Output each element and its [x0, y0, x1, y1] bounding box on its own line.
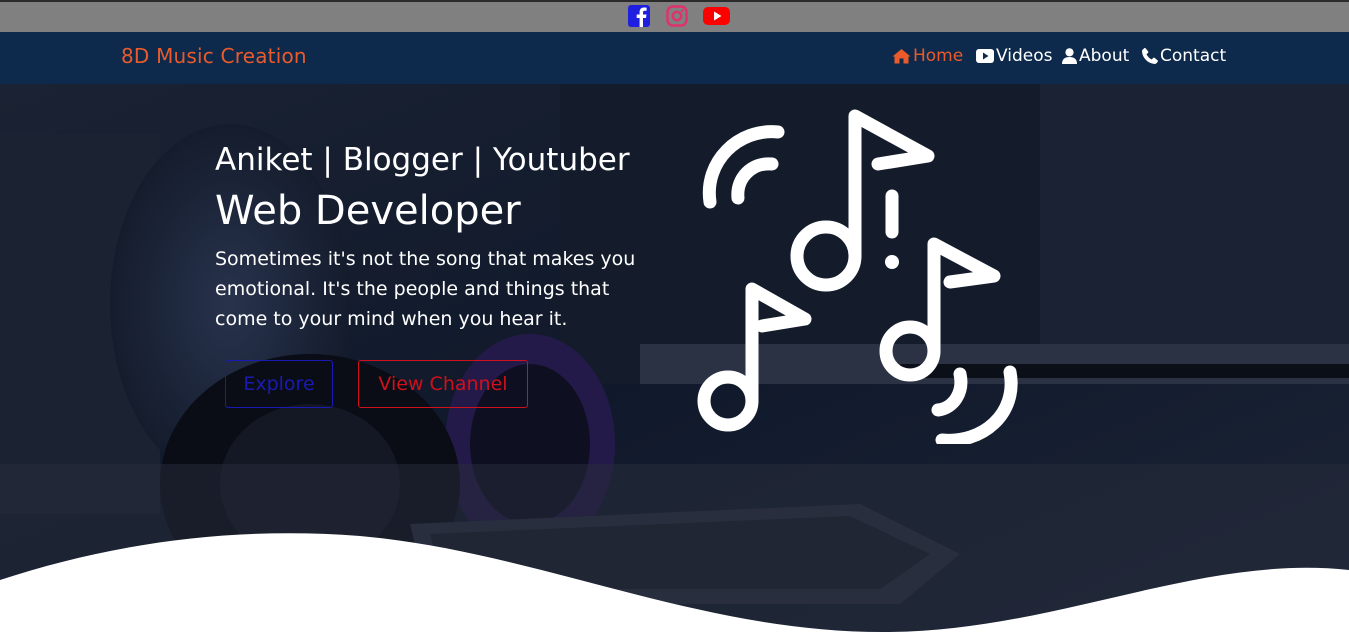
phone-icon: [1142, 48, 1158, 64]
nav-about-label: About: [1079, 46, 1130, 66]
music-notes-icon: [697, 109, 1018, 444]
nav-home-label: Home: [913, 46, 964, 66]
hero-subtitle: Aniket | Blogger | Youtuber: [215, 142, 630, 178]
nav-contact-label: Contact: [1160, 46, 1227, 66]
nav-about[interactable]: About: [1062, 46, 1129, 66]
view-channel-button[interactable]: View Channel: [358, 360, 528, 408]
nav-videos-label: Videos: [996, 46, 1053, 66]
user-icon: [1062, 48, 1077, 64]
hero-title: Web Developer: [215, 188, 521, 234]
home-icon: [892, 49, 911, 64]
hero-section: Aniket | Blogger | Youtuber Web Develope…: [0, 84, 1349, 637]
hero-wave-divider: [0, 533, 1349, 637]
navbar: 8D Music Creation Home Videos About Cont…: [0, 32, 1349, 84]
hero-description: Sometimes it's not the song that makes y…: [215, 248, 636, 330]
video-icon: [976, 49, 994, 63]
nav-contact[interactable]: Contact: [1142, 46, 1226, 66]
youtube-icon[interactable]: [703, 5, 730, 31]
facebook-icon[interactable]: [628, 5, 650, 31]
social-bar: [0, 0, 1349, 32]
brand-logo[interactable]: 8D Music Creation: [121, 44, 307, 68]
nav-home[interactable]: Home: [892, 46, 963, 66]
explore-button[interactable]: Explore: [225, 360, 333, 408]
instagram-icon[interactable]: [666, 5, 688, 31]
nav-videos[interactable]: Videos: [976, 46, 1053, 66]
